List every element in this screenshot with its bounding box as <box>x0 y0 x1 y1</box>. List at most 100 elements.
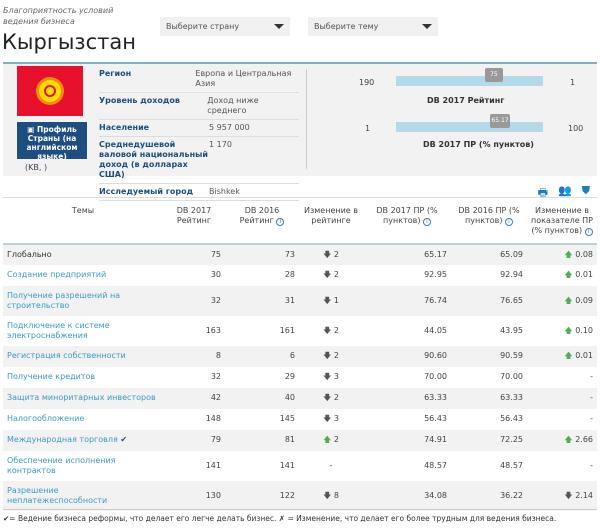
score-2016: 43.95 <box>500 325 523 335</box>
score-2017: 76.74 <box>363 285 451 316</box>
score-change: - <box>590 414 593 423</box>
score-2016: 48.57 <box>500 460 523 470</box>
arrow-down-icon: 🡇 <box>564 490 573 500</box>
rank-2016: 141 <box>279 460 295 470</box>
column-header: Изменение в показателе ПР (% пунктов) i <box>527 197 597 245</box>
rank-2016: 29 <box>284 372 295 381</box>
score-change: 🡅 2.66 <box>527 429 597 451</box>
arrow-down-icon: 🡇 <box>323 393 332 402</box>
country-profile-button[interactable]: ▣ Профиль Страны (на английском языке) <box>17 122 87 161</box>
rank-2017: 42 <box>163 387 225 409</box>
rank-2016: 161 <box>279 325 295 335</box>
score-change: - <box>590 460 593 470</box>
country-select[interactable]: Выберите страну <box>160 17 290 36</box>
topic-link[interactable]: Налогообложение <box>3 409 163 430</box>
rank-2016: 145 <box>279 414 295 423</box>
rank-max: 1 <box>570 78 576 87</box>
rank-2017: 79 <box>163 429 225 451</box>
column-header: DB 2016 Рейтинг i <box>225 197 299 245</box>
legend-footer: ✔= Ведение бизнеса реформы, что делает е… <box>3 509 597 523</box>
rank-2017: 163 <box>205 325 221 335</box>
country-info-table: Регион Европа и Центральная Азия Уровень д… <box>99 66 299 201</box>
info-icon[interactable]: i <box>504 218 513 226</box>
score-2017: 56.43 <box>424 414 447 423</box>
score-change: 🡇 2.14 <box>527 480 597 511</box>
rank-bar <box>396 76 543 86</box>
rank-2017: 141 <box>205 460 221 470</box>
rank-2016: 28 <box>284 270 295 279</box>
arrow-down-icon: 🡇 <box>323 249 332 259</box>
rank-bar-label: DB 2017 Рейтинг <box>427 96 505 105</box>
topic-link[interactable]: Получение разрешений на строительство <box>3 285 163 316</box>
score-min: 1 <box>365 124 371 133</box>
score-bar-label: DB 2017 ПР (% пунктов) <box>423 140 534 149</box>
arrow-up-icon: 🡅 <box>323 435 332 444</box>
score-2017: 74.91 <box>363 429 451 451</box>
topic-link[interactable]: Получение кредитов <box>3 367 163 388</box>
rank-2017: 32 <box>163 285 225 316</box>
score-change: 🡅 0.09 <box>527 285 597 316</box>
topic-link[interactable]: Регистрация собственности <box>3 345 163 367</box>
table-row: Подключение к системе электроснабжения 1… <box>3 316 597 346</box>
rank-2016: 40 <box>225 387 299 409</box>
divider <box>306 69 307 169</box>
arrow-down-icon: 🡇 <box>323 270 332 279</box>
info-icon[interactable]: i <box>276 218 285 226</box>
topic-link[interactable]: Защита миноритарных инвесторов <box>3 387 163 409</box>
info-row: Регион Европа и Центральная Азия <box>99 66 299 93</box>
topic-link[interactable]: Международная торговля ✔ <box>3 429 163 451</box>
rank-change: 🡇 3 <box>323 372 339 381</box>
rank-change: 🡇 2 <box>323 325 339 335</box>
score-2017: 90.60 <box>363 345 451 367</box>
score-change: 🡅 0.01 <box>564 270 593 279</box>
rank-change: 🡅 2 <box>299 429 363 451</box>
rank-2016: 31 <box>225 285 299 316</box>
rank-2016: 73 <box>225 243 299 265</box>
arrow-down-icon: 🡇 <box>323 372 332 381</box>
column-header: Темы <box>3 197 163 245</box>
rank-2016: 81 <box>225 429 299 451</box>
info-icon[interactable]: i <box>584 228 593 236</box>
topic-link[interactable]: Создание предприятий <box>3 265 163 286</box>
arrow-down-icon: 🡇 <box>323 490 332 500</box>
rank-2017: 75 <box>163 243 225 265</box>
arrow-up-icon: 🡅 <box>564 249 573 259</box>
arrow-down-icon: 🡇 <box>323 295 332 305</box>
column-header: DB 2016 ПР (% пунктов) i <box>451 197 527 245</box>
lock-icon: ▣ <box>27 125 37 134</box>
table-row: Налогообложение 148 145 🡇 3 56.43 56.43 … <box>3 409 597 430</box>
score-change: 🡅 0.01 <box>527 345 597 367</box>
info-key: Среднедушевой валовой национальный доход… <box>99 140 208 179</box>
score-2017: 92.95 <box>424 270 447 279</box>
topic-select[interactable]: Выберите тему <box>308 17 438 36</box>
chevron-down-icon <box>274 24 284 29</box>
rank-2017: 32 <box>210 372 221 381</box>
score-2017: 44.05 <box>424 325 447 335</box>
arrow-up-icon: 🡅 <box>564 435 573 444</box>
topic-link[interactable]: Подключение к системе электроснабжения <box>3 316 163 346</box>
rank-2017: 8 <box>163 345 225 367</box>
score-max: 100 <box>568 124 584 133</box>
score-2016: 36.22 <box>451 480 527 511</box>
score-2016: 70.00 <box>500 372 523 381</box>
score-2017: 70.00 <box>424 372 447 381</box>
info-value: Доход ниже среднего <box>207 96 259 115</box>
rank-2017: 148 <box>205 414 221 423</box>
table-row: Глобально 75 73 🡇 2 65.17 65.09 🡅 0.08 <box>3 243 597 265</box>
score-2016: 56.43 <box>500 414 523 423</box>
table-row: Получение кредитов 32 29 🡇 3 70.00 70.00… <box>3 367 597 388</box>
topic-link[interactable]: Обеспечение исполнения контрактов <box>3 451 163 481</box>
rank-2016: 6 <box>225 345 299 367</box>
rank-marker: 75 <box>485 68 503 82</box>
info-icon[interactable]: i <box>422 218 431 226</box>
kyrgyzstan-flag <box>17 66 83 116</box>
reform-check-icon: ✔ <box>120 435 128 444</box>
topic-link[interactable]: Разрешение неплатежеспособности <box>3 480 163 511</box>
score-2017: 34.08 <box>363 480 451 511</box>
info-row: Население 5 957 000 <box>99 120 299 137</box>
table-row: Защита миноритарных инвесторов 42 40 🡇 2… <box>3 387 597 409</box>
rank-change: 🡇 1 <box>299 285 363 316</box>
rank-min: 190 <box>359 78 375 87</box>
topic-link: Глобально <box>3 243 163 265</box>
table-row: Получение разрешений на строительство 32… <box>3 285 597 316</box>
